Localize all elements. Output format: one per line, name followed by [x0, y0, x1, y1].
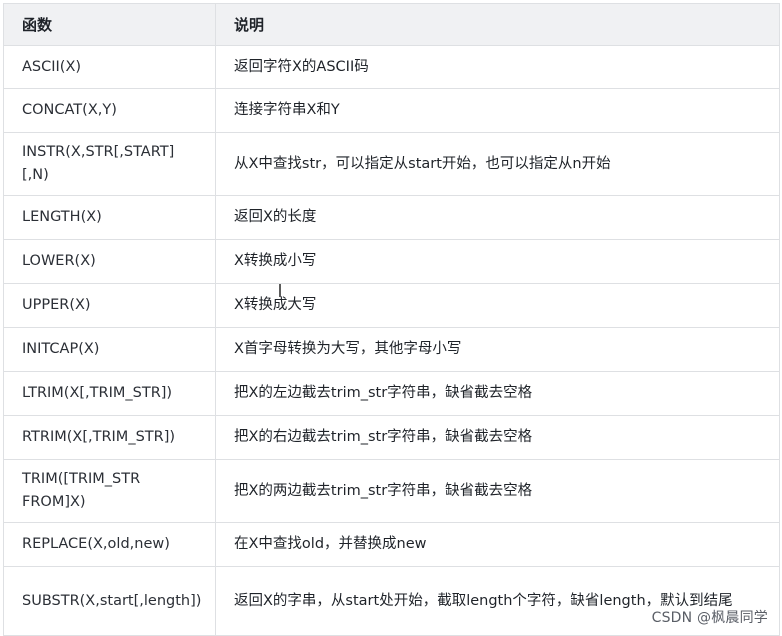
function-description-cell: 在X中查找old，并替换成new — [215, 522, 780, 567]
function-description-cell: 连接字符串X和Y — [215, 88, 780, 133]
table-row: LENGTH(X) 返回X的长度 — [3, 195, 780, 240]
function-name-cell: UPPER(X) — [3, 283, 216, 328]
table-row: ASCII(X) 返回字符X的ASCII码 — [3, 45, 780, 89]
table-row: INSTR(X,STR[,START][,N) 从X中查找str，可以指定从st… — [3, 132, 780, 196]
table-row: CONCAT(X,Y) 连接字符串X和Y — [3, 88, 780, 133]
function-description-cell: 把X的左边截去trim_str字符串，缺省截去空格 — [215, 371, 780, 416]
csdn-watermark: CSDN @枫晨同学 — [651, 610, 768, 626]
table-row: LTRIM(X[,TRIM_STR]) 把X的左边截去trim_str字符串，缺… — [3, 371, 780, 416]
text-cursor-icon — [279, 284, 281, 297]
function-name-cell: LOWER(X) — [3, 239, 216, 284]
function-description-cell: 从X中查找str，可以指定从start开始，也可以指定从n开始 — [215, 132, 780, 196]
function-table: 函数 说明 ASCII(X) 返回字符X的ASCII码 CONCAT(X,Y) … — [3, 3, 780, 636]
table-row: INITCAP(X) X首字母转换为大写，其他字母小写 — [3, 327, 780, 372]
function-name-cell: INITCAP(X) — [3, 327, 216, 372]
function-name-cell: REPLACE(X,old,new) — [3, 522, 216, 567]
table-header-row: 函数 说明 — [3, 3, 780, 46]
header-function: 函数 — [3, 3, 216, 46]
table-row: LOWER(X) X转换成小写 — [3, 239, 780, 284]
function-description-cell: 把X的两边截去trim_str字符串，缺省截去空格 — [215, 459, 780, 523]
function-description-cell: 返回字符X的ASCII码 — [215, 45, 780, 89]
table-row: UPPER(X) X转换成大写 — [3, 283, 780, 328]
function-name-cell: LENGTH(X) — [3, 195, 216, 240]
function-description-cell: 返回X的长度 — [215, 195, 780, 240]
function-description-cell: 把X的右边截去trim_str字符串，缺省截去空格 — [215, 415, 780, 460]
function-name-cell: RTRIM(X[,TRIM_STR]) — [3, 415, 216, 460]
function-name-cell: ASCII(X) — [3, 45, 216, 89]
function-description-cell: X转换成大写 — [215, 283, 780, 328]
function-name-cell: INSTR(X,STR[,START][,N) — [3, 132, 216, 196]
header-description: 说明 — [215, 3, 780, 46]
table-row: TRIM([TRIM_STR FROM]X) 把X的两边截去trim_str字符… — [3, 459, 780, 523]
function-description-cell: X转换成小写 — [215, 239, 780, 284]
function-description-cell: X首字母转换为大写，其他字母小写 — [215, 327, 780, 372]
function-name-cell: CONCAT(X,Y) — [3, 88, 216, 133]
function-table-container: 函数 说明 ASCII(X) 返回字符X的ASCII码 CONCAT(X,Y) … — [3, 3, 780, 636]
function-name-cell: TRIM([TRIM_STR FROM]X) — [3, 459, 216, 523]
function-name-cell: LTRIM(X[,TRIM_STR]) — [3, 371, 216, 416]
function-name-cell: SUBSTR(X,start[,length]) — [3, 566, 216, 636]
table-row: REPLACE(X,old,new) 在X中查找old，并替换成new — [3, 522, 780, 567]
table-row: RTRIM(X[,TRIM_STR]) 把X的右边截去trim_str字符串，缺… — [3, 415, 780, 460]
